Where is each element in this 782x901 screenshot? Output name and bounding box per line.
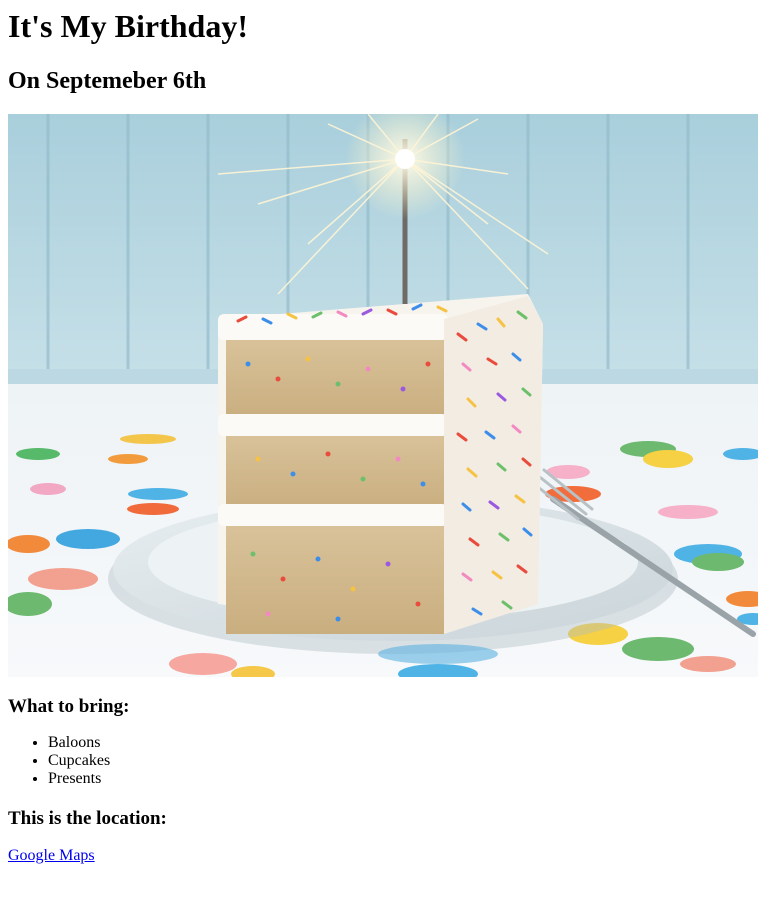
bring-list: Baloons Cupcakes Presents (8, 734, 774, 788)
cake-photo-svg (8, 114, 758, 677)
list-item: Baloons (48, 734, 774, 752)
birthday-cake-image (8, 114, 758, 677)
list-item: Presents (48, 770, 774, 788)
bring-heading: What to bring: (8, 696, 130, 717)
location-heading: This is the location: (8, 808, 167, 829)
google-maps-link[interactable]: Google Maps (8, 847, 95, 864)
location-paragraph: Google Maps (8, 847, 774, 865)
page-title: It's My Birthday! (8, 8, 248, 44)
page-body: It's My Birthday! On Septemeber 6th What… (0, 0, 782, 865)
page-subtitle: On Septemeber 6th (8, 68, 207, 94)
list-item: Cupcakes (48, 752, 774, 770)
